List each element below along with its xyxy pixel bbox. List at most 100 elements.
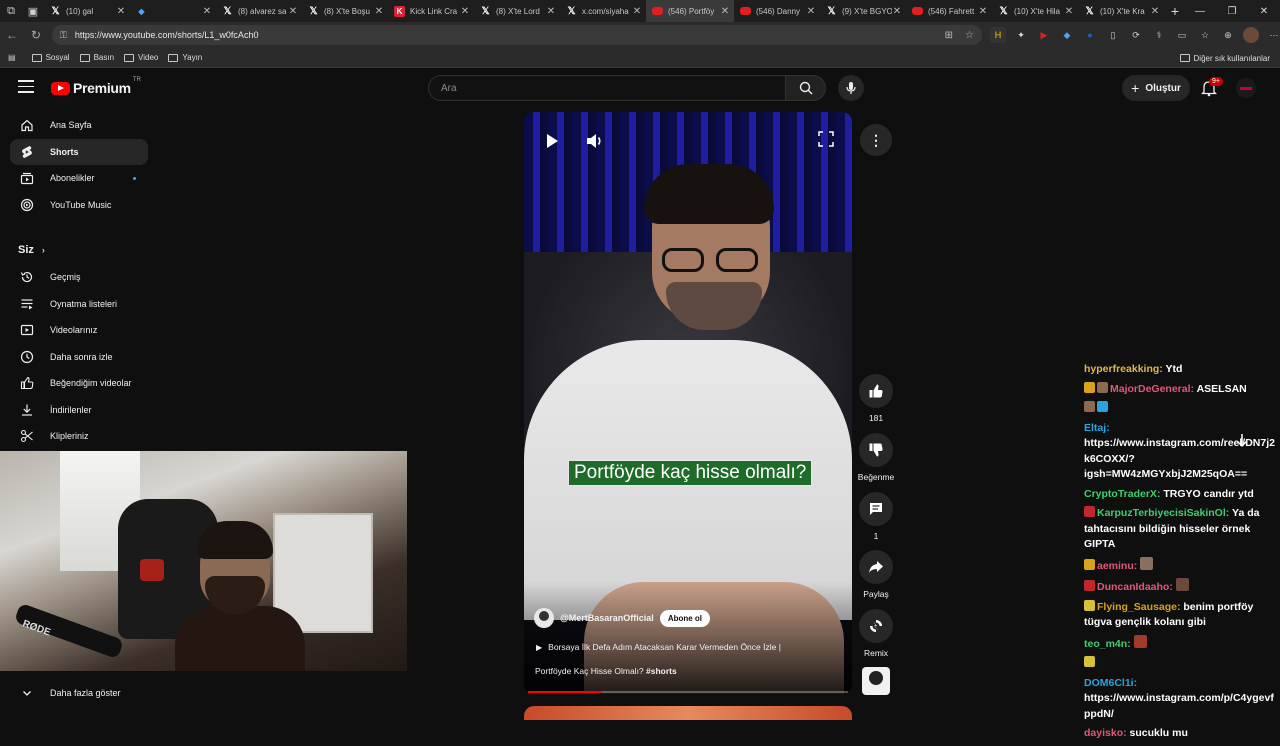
comments-button[interactable]	[859, 492, 893, 526]
close-tab-icon[interactable]: ✕	[1064, 6, 1074, 17]
more-options-button[interactable]: ⋮	[860, 124, 892, 156]
sidebar-item-shorts[interactable]: Shorts	[10, 138, 148, 165]
subscribe-button[interactable]: Abone ol	[659, 609, 711, 627]
bookmarks-toggle-icon[interactable]: ▤	[8, 53, 16, 62]
next-short-preview[interactable]	[524, 706, 852, 720]
back-icon[interactable]: ←	[0, 22, 24, 48]
favorites-icon[interactable]: ☆	[1197, 27, 1213, 43]
you-section-header[interactable]: Siz ›	[18, 244, 45, 256]
close-tab-icon[interactable]: ✕	[806, 6, 816, 17]
channel-avatar[interactable]	[534, 608, 554, 628]
hashtag-link[interactable]: #shorts	[646, 666, 677, 676]
browser-tab[interactable]: ◆ ✕	[130, 0, 216, 22]
search-button[interactable]	[786, 75, 826, 101]
close-tab-icon[interactable]: ✕	[288, 6, 298, 17]
refresh-icon[interactable]: ↻	[24, 22, 48, 48]
account-avatar[interactable]	[1236, 78, 1256, 98]
share-button[interactable]	[859, 550, 893, 584]
chat-username[interactable]: DOM6Cl1i	[1084, 677, 1134, 689]
remix-button[interactable]	[859, 609, 893, 643]
chat-username[interactable]: DuncanIdaaho	[1097, 581, 1169, 593]
close-tab-icon[interactable]: ✕	[720, 6, 730, 17]
minimize-icon[interactable]: —	[1184, 0, 1216, 22]
chat-username[interactable]: teo_m4n	[1084, 638, 1127, 650]
close-tab-icon[interactable]: ✕	[202, 6, 212, 17]
other-bookmarks[interactable]: Diğer sık kullanılanlar	[1179, 48, 1270, 68]
split-screen-icon[interactable]: ▭	[1174, 27, 1190, 43]
extension-3-icon[interactable]: ▶	[1036, 27, 1052, 43]
extension-8-icon[interactable]: ⚕	[1151, 27, 1167, 43]
close-tab-icon[interactable]: ✕	[116, 6, 126, 17]
browser-tab[interactable]: 𝕏 (8) X'te Boşu ✕	[302, 0, 388, 22]
sidebar-item-your-videos[interactable]: Videolarınız	[10, 317, 148, 344]
close-tab-icon[interactable]: ✕	[978, 6, 988, 17]
bookmark-folder-video[interactable]: Video	[124, 53, 158, 62]
browser-tab[interactable]: 𝕏 (9) X'te BGYO ✕	[820, 0, 906, 22]
browser-tab[interactable]: 𝕏x.com/siyaha ✕	[560, 0, 646, 22]
sidebar-item-history[interactable]: Geçmiş	[10, 264, 148, 291]
create-button[interactable]: + Oluştur	[1122, 75, 1190, 101]
arrow-down-icon[interactable]	[1235, 432, 1249, 448]
more-menu-icon[interactable]: ⋯	[1266, 27, 1280, 43]
browser-tab[interactable]: 𝕏 (10) gal ✕	[44, 0, 130, 22]
video-progress-bar[interactable]	[528, 691, 848, 693]
sidebar-item-youtube-music[interactable]: YouTube Music	[10, 192, 148, 219]
extension-4-icon[interactable]: ◆	[1059, 27, 1075, 43]
chat-username[interactable]: Eltaj	[1084, 422, 1106, 434]
chat-username[interactable]: KarpuzTerbiyecisiSakinOl	[1097, 507, 1226, 519]
bookmark-folder-basin[interactable]: Basın	[79, 53, 114, 62]
voice-search-button[interactable]	[838, 75, 864, 101]
short-video-player[interactable]	[524, 112, 852, 694]
audio-source-thumbnail[interactable]	[862, 667, 890, 695]
bookmark-folder-yayin[interactable]: Yayın	[168, 53, 202, 62]
browser-tab[interactable]: 𝕏 (10) X'te Kra ✕	[1078, 0, 1164, 22]
sidebar-item-liked-videos[interactable]: Beğendiğim videolar	[10, 370, 148, 397]
browser-tab[interactable]: K Kick Link Cra ✕	[388, 0, 474, 22]
maximize-icon[interactable]: ❐	[1216, 0, 1248, 22]
close-tab-icon[interactable]: ✕	[374, 6, 384, 17]
browser-tab[interactable]: (546) Danny ✕	[734, 0, 820, 22]
sidebar-item-subscriptions[interactable]: Abonelikler	[10, 165, 148, 192]
chat-username[interactable]: CryptoTraderX	[1084, 488, 1157, 500]
url-field[interactable]: ⚿ https://www.youtube.com/shorts/L1_w0fc…	[52, 25, 982, 45]
browser-tab[interactable]: (546) Fahrett ✕	[906, 0, 992, 22]
extension-7-icon[interactable]: ⟳	[1128, 27, 1144, 43]
video-title-line-1[interactable]: ▶ Borsaya İlk Defa Adım Atacaksan Karar …	[536, 642, 781, 652]
browser-tab[interactable]: 𝕏 (8) X'te Lord ✕	[474, 0, 560, 22]
extension-2-icon[interactable]: ✦	[1013, 27, 1029, 43]
search-input[interactable]: Ara	[428, 75, 786, 101]
volume-icon[interactable]	[584, 130, 606, 152]
close-tab-icon[interactable]: ✕	[460, 6, 470, 17]
close-tab-icon[interactable]: ✕	[546, 6, 556, 17]
channel-name[interactable]: @MertBasaranOfficial	[560, 613, 654, 623]
extension-1-icon[interactable]: H	[990, 27, 1006, 43]
fullscreen-icon[interactable]	[817, 130, 835, 148]
sidebar-item-home[interactable]: Ana Sayfa	[10, 112, 148, 139]
sidebar-item-clips[interactable]: Klipleriniz	[10, 423, 148, 450]
close-tab-icon[interactable]: ✕	[632, 6, 642, 17]
new-tab-button[interactable]: +	[1164, 0, 1186, 22]
browser-tab[interactable]: (546) Portföy ✕	[646, 0, 734, 22]
video-title-line-2[interactable]: Portföyde Kaç Hisse Olmalı? #shorts	[535, 666, 677, 676]
collections-icon[interactable]: ⊕	[1220, 27, 1236, 43]
sidebar-item-downloads[interactable]: İndirilenler	[10, 397, 148, 424]
like-button[interactable]	[859, 374, 893, 408]
extension-6-icon[interactable]: ▯	[1105, 27, 1121, 43]
chat-username[interactable]: dayisko	[1084, 727, 1123, 739]
close-window-icon[interactable]: ✕	[1248, 0, 1280, 22]
browser-tab[interactable]: 𝕏 (8) alvarez sa ✕	[216, 0, 302, 22]
favorite-star-icon[interactable]: ☆	[965, 30, 974, 41]
tab-actions-icon[interactable]: ▣	[22, 0, 44, 22]
workspaces-icon[interactable]: ⧉	[0, 0, 22, 22]
chat-username[interactable]: aeminu	[1097, 560, 1134, 572]
sidebar-item-playlists[interactable]: Oynatma listeleri	[10, 291, 148, 318]
site-info-icon[interactable]: ⚿	[60, 30, 67, 41]
sidebar-item-watch-later[interactable]: Daha sonra izle	[10, 344, 148, 371]
play-icon[interactable]	[540, 130, 562, 152]
youtube-premium-logo[interactable]: Premium TR	[51, 77, 141, 96]
profile-avatar-icon[interactable]	[1243, 27, 1259, 43]
browser-tab[interactable]: 𝕏 (10) X'te Hila ✕	[992, 0, 1078, 22]
close-tab-icon[interactable]: ✕	[892, 6, 902, 17]
app-available-icon[interactable]: ⊞	[945, 30, 953, 41]
close-tab-icon[interactable]: ✕	[1150, 6, 1160, 17]
